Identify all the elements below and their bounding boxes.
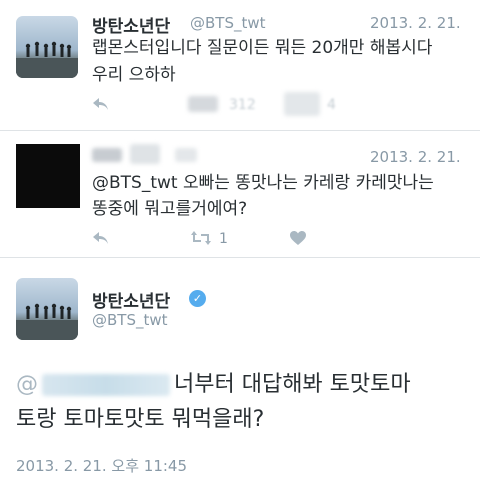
username[interactable]: @BTS_twt xyxy=(92,311,168,329)
tweet-text-line-2: 우리 으하하 xyxy=(92,65,176,85)
tweet-2[interactable]: 2013. 2. 21. @BTS_twt 오빠는 똥맛나는 카레랑 카레맛나는… xyxy=(0,130,480,257)
avatar[interactable] xyxy=(16,278,78,340)
tweet-text-line-2: 똥중에 뭐고를거에여? xyxy=(92,199,248,219)
display-name[interactable]: 방탄소년단 xyxy=(92,12,170,37)
redacted-area xyxy=(284,92,320,116)
redacted-area xyxy=(92,148,122,162)
mention-prefix[interactable]: @ xyxy=(16,368,38,401)
tweet-date[interactable]: 2013. 2. 21. xyxy=(370,148,461,166)
tweet-text-line-2: 토랑 토마토맛토 뭐먹을래? xyxy=(16,407,265,432)
tweet-text-line-1: @BTS_twt 오빠는 똥맛나는 카레랑 카레맛나는 xyxy=(92,173,434,193)
retweet-icon[interactable] xyxy=(190,230,212,250)
tweet-3-detail[interactable]: 방탄소년단 ✓ @BTS_twt @ 너부터 대답해봐 토맛토마 토랑 토마토맛… xyxy=(0,257,480,489)
fav-count: 4 xyxy=(327,97,336,113)
tweet-date[interactable]: 2013. 2. 21. xyxy=(370,14,461,32)
heart-icon[interactable] xyxy=(289,230,307,250)
tweet-text-line-1: 랩몬스터입니다 질문이든 뭐든 20개만 해봅시다 xyxy=(92,38,433,58)
redacted-mention xyxy=(42,374,170,396)
redacted-area xyxy=(175,148,197,162)
group-silhouette-image xyxy=(16,41,78,78)
tweet-timestamp[interactable]: 2013. 2. 21. 오후 11:45 xyxy=(16,455,187,476)
tweet-1[interactable]: 방탄소년단 @BTS_twt 2013. 2. 21. 랩몬스터입니다 질문이든… xyxy=(0,0,480,130)
verified-icon: ✓ xyxy=(189,290,206,307)
retweet-count: 312 xyxy=(229,97,256,113)
reply-icon[interactable] xyxy=(92,96,110,116)
avatar[interactable] xyxy=(16,16,78,78)
redacted-area xyxy=(188,96,218,112)
reply-icon[interactable] xyxy=(92,230,110,250)
avatar[interactable] xyxy=(16,144,80,208)
tweet-text-line-1: 너부터 대답해봐 토맛토마 xyxy=(174,372,411,397)
username[interactable]: @BTS_twt xyxy=(190,14,266,32)
display-name[interactable]: 방탄소년단 xyxy=(92,287,170,312)
redacted-area xyxy=(130,144,160,164)
retweet-count: 1 xyxy=(219,231,228,247)
group-silhouette-image xyxy=(16,303,78,340)
